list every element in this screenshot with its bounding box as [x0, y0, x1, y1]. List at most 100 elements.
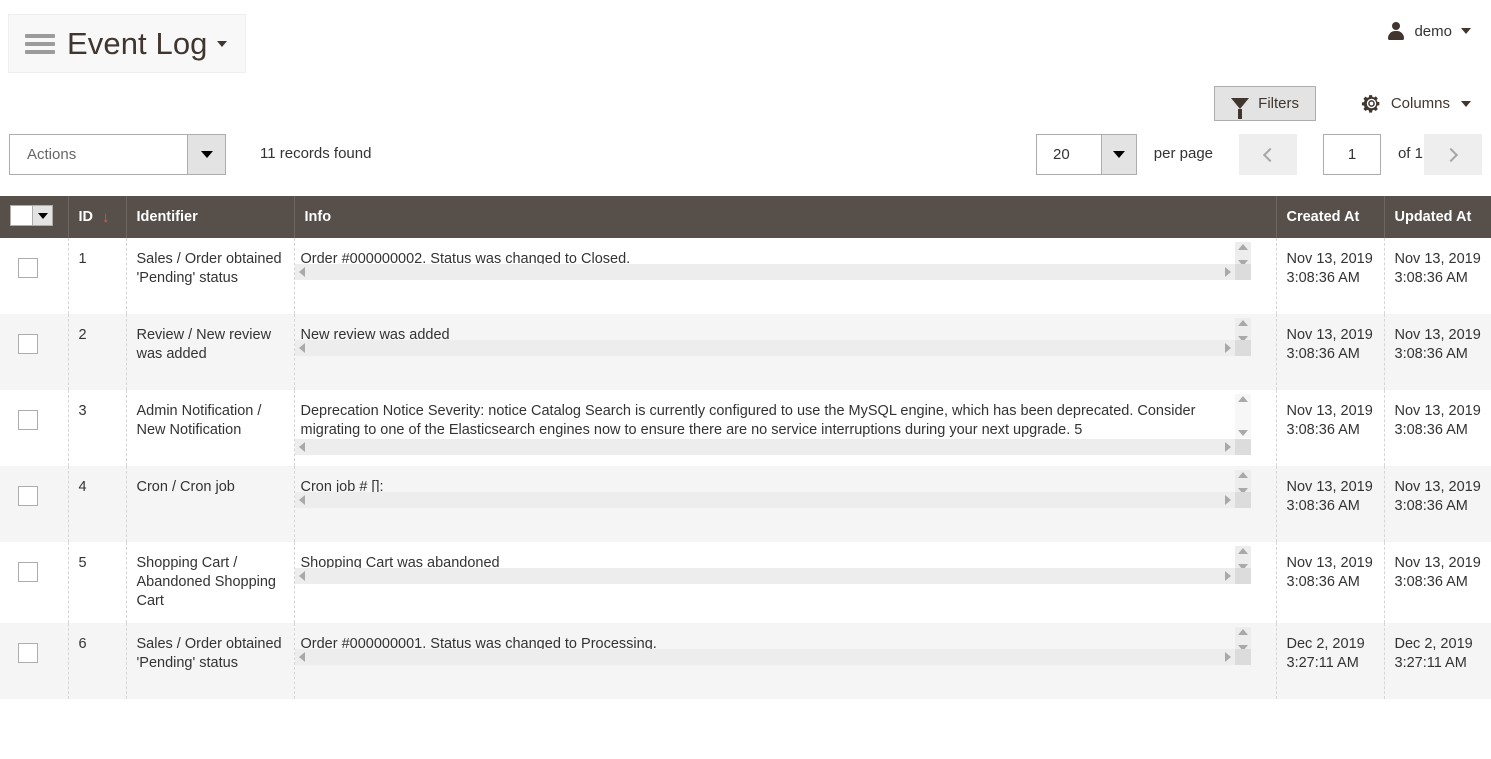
- cell-created-at: Nov 13, 2019 3:08:36 AM: [1276, 238, 1385, 314]
- cell-created-at: Dec 2, 2019 3:27:11 AM: [1276, 623, 1385, 699]
- columns-button[interactable]: Columns: [1361, 86, 1471, 121]
- scroll-right-arrow-icon[interactable]: [1224, 495, 1231, 505]
- row-checkbox[interactable]: [18, 410, 38, 430]
- scroll-up-arrow-icon[interactable]: [1237, 244, 1248, 250]
- pagination-page-input[interactable]: [1323, 134, 1381, 175]
- caret-down-icon[interactable]: [1461, 28, 1471, 34]
- scroll-left-arrow-icon[interactable]: [298, 652, 305, 662]
- event-log-table: ID ↓ Identifier Info Created At Updated A…: [0, 196, 1491, 699]
- column-header-info[interactable]: Info: [294, 196, 1277, 238]
- chevron-left-icon: [1262, 147, 1278, 162]
- cell-identifier: Review / New review was added: [126, 314, 295, 390]
- cell-info[interactable]: Shopping Cart was abandoned: [294, 542, 1277, 623]
- page-title: Event Log: [67, 26, 208, 61]
- row-select-cell[interactable]: [0, 466, 69, 542]
- caret-down-icon: [37, 212, 48, 219]
- scroll-right-arrow-icon[interactable]: [1224, 571, 1231, 581]
- records-found-label: 11 records found: [260, 145, 372, 162]
- pagination-previous-button[interactable]: [1239, 134, 1297, 175]
- cell-updated-at: Nov 13, 2019 3:08:36 AM: [1384, 466, 1491, 542]
- column-header-updated-at[interactable]: Updated At: [1384, 196, 1491, 238]
- caret-down-icon[interactable]: [216, 40, 227, 47]
- pagination-total-label: of 1: [1397, 145, 1423, 162]
- scroll-up-arrow-icon[interactable]: [1237, 396, 1248, 402]
- info-horizontal-scrollbar[interactable]: [294, 649, 1235, 665]
- info-horizontal-scrollbar[interactable]: [294, 439, 1235, 455]
- info-horizontal-scrollbar[interactable]: [294, 492, 1235, 508]
- column-header-id[interactable]: ID ↓: [68, 196, 127, 238]
- row-select-cell[interactable]: [0, 623, 69, 699]
- row-checkbox[interactable]: [18, 334, 38, 354]
- scroll-right-arrow-icon[interactable]: [1224, 652, 1231, 662]
- actions-dropdown[interactable]: Actions: [9, 134, 226, 175]
- table-row[interactable]: 4 Cron / Cron job Cron job # []: Nov 13, 20…: [0, 466, 1491, 542]
- column-header-created-at[interactable]: Created At: [1276, 196, 1385, 238]
- row-select-cell[interactable]: [0, 542, 69, 623]
- column-header-select-all[interactable]: [0, 196, 69, 238]
- table-row[interactable]: 1 Sales / Order obtained 'Pending' status…: [0, 238, 1491, 314]
- user-menu[interactable]: demo: [1387, 22, 1471, 40]
- pagination-next-button[interactable]: [1424, 134, 1482, 175]
- cell-info[interactable]: Order #000000002. Status was changed to …: [294, 238, 1277, 314]
- table-row[interactable]: 5 Shopping Cart / Abandoned Shopping Cart…: [0, 542, 1491, 623]
- table-row[interactable]: 2 Review / New review was added New review…: [0, 314, 1491, 390]
- per-page-value: 20: [1053, 146, 1070, 163]
- select-all-checkbox[interactable]: [11, 206, 32, 225]
- info-horizontal-scrollbar[interactable]: [294, 340, 1235, 356]
- scroll-left-arrow-icon[interactable]: [298, 571, 305, 581]
- cell-id: 4: [68, 466, 127, 542]
- column-header-created-at-label: Created At: [1286, 209, 1360, 225]
- row-select-cell[interactable]: [0, 238, 69, 314]
- user-avatar-icon: [1387, 22, 1405, 40]
- checkbox-dropdown-icon[interactable]: [10, 205, 53, 226]
- scroll-left-arrow-icon[interactable]: [298, 442, 305, 452]
- row-checkbox[interactable]: [18, 562, 38, 582]
- row-checkbox[interactable]: [18, 486, 38, 506]
- scroll-left-arrow-icon[interactable]: [298, 495, 305, 505]
- row-checkbox[interactable]: [18, 258, 38, 278]
- cell-identifier: Shopping Cart / Abandoned Shopping Cart: [126, 542, 295, 623]
- scroll-right-arrow-icon[interactable]: [1224, 343, 1231, 353]
- actions-dropdown-toggle[interactable]: [187, 135, 225, 174]
- scroll-down-arrow-icon[interactable]: [1237, 430, 1248, 436]
- scroll-up-arrow-icon[interactable]: [1237, 548, 1248, 554]
- row-select-cell[interactable]: [0, 390, 69, 466]
- scroll-right-arrow-icon[interactable]: [1224, 267, 1231, 277]
- filters-button[interactable]: Filters: [1214, 86, 1316, 121]
- caret-down-icon[interactable]: [1461, 100, 1471, 107]
- per-page-label: per page: [1153, 145, 1213, 162]
- cell-identifier: Sales / Order obtained 'Pending' status: [126, 623, 295, 699]
- page-title-menu[interactable]: Event Log: [8, 14, 246, 73]
- table-row[interactable]: 6 Sales / Order obtained 'Pending' status…: [0, 623, 1491, 699]
- table-row[interactable]: 3 Admin Notification / New Notification De…: [0, 390, 1491, 466]
- info-vertical-scrollbar[interactable]: [1234, 394, 1251, 438]
- row-checkbox[interactable]: [18, 643, 38, 663]
- grid-toolbar: Filters Columns: [0, 86, 1491, 134]
- scrollbar-corner: [1234, 439, 1251, 455]
- cell-info[interactable]: Cron job # []:: [294, 466, 1277, 542]
- scroll-up-arrow-icon[interactable]: [1237, 320, 1248, 326]
- cell-updated-at: Nov 13, 2019 3:08:36 AM: [1384, 314, 1491, 390]
- scroll-up-arrow-icon[interactable]: [1237, 629, 1248, 635]
- column-header-identifier[interactable]: Identifier: [126, 196, 295, 238]
- cell-info[interactable]: Order #000000001. Status was changed to …: [294, 623, 1277, 699]
- row-select-cell[interactable]: [0, 314, 69, 390]
- scroll-left-arrow-icon[interactable]: [298, 267, 305, 277]
- cell-created-at: Nov 13, 2019 3:08:36 AM: [1276, 466, 1385, 542]
- cell-identifier: Cron / Cron job: [126, 466, 295, 542]
- cell-info[interactable]: New review was added: [294, 314, 1277, 390]
- scroll-up-arrow-icon[interactable]: [1237, 472, 1248, 478]
- per-page-dropdown[interactable]: 20: [1036, 134, 1137, 175]
- filters-button-label: Filters: [1258, 95, 1299, 112]
- info-horizontal-scrollbar[interactable]: [294, 568, 1235, 584]
- per-page-dropdown-toggle[interactable]: [1101, 135, 1136, 174]
- table-head: ID ↓ Identifier Info Created At Updated A…: [0, 196, 1491, 238]
- scroll-right-arrow-icon[interactable]: [1224, 442, 1231, 452]
- select-all-dropdown-toggle[interactable]: [32, 206, 52, 225]
- info-horizontal-scrollbar[interactable]: [294, 264, 1235, 280]
- column-header-updated-at-label: Updated At: [1394, 209, 1472, 225]
- scroll-left-arrow-icon[interactable]: [298, 343, 305, 353]
- column-header-id-label: ID: [78, 208, 94, 225]
- cell-info[interactable]: Deprecation Notice Severity: notice Cata…: [294, 390, 1277, 466]
- hamburger-icon[interactable]: [25, 33, 55, 54]
